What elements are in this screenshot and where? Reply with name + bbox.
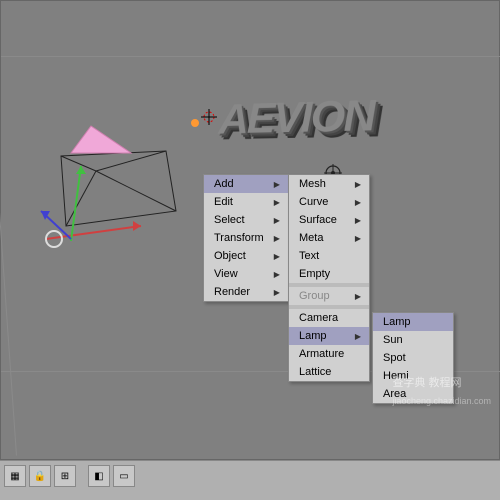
header-button-5[interactable]: ▭ <box>113 465 135 487</box>
menu-item-lamp[interactable]: Lamp <box>373 313 453 331</box>
watermark-sub: jiaocheng.chazidian.com <box>392 396 491 406</box>
chevron-right-icon: ▶ <box>355 332 361 341</box>
watermark-main: 查字典 教程网 <box>392 377 461 389</box>
grid-v <box>0 26 17 455</box>
menu-item-transform[interactable]: Transform▶ <box>204 229 288 247</box>
menu-item-mesh[interactable]: Mesh▶ <box>289 175 369 193</box>
menu-item-lamp[interactable]: Lamp▶ <box>289 327 369 345</box>
menu-item-spot[interactable]: Spot <box>373 349 453 367</box>
context-menu-add[interactable]: Mesh▶Curve▶Surface▶Meta▶TextEmpty Group▶ C… <box>288 174 370 382</box>
chevron-right-icon: ▶ <box>355 292 361 301</box>
menu-item-meta[interactable]: Meta▶ <box>289 229 369 247</box>
header-button-0[interactable]: ▦ <box>4 465 26 487</box>
menu-item-edit[interactable]: Edit▶ <box>204 193 288 211</box>
chevron-right-icon: ▶ <box>355 216 361 225</box>
menu-item-surface[interactable]: Surface▶ <box>289 211 369 229</box>
watermark: 查字典 教程网 jiaocheng.chazidian.com <box>392 373 491 409</box>
cursor-3d-icon <box>201 109 217 125</box>
chevron-right-icon: ▶ <box>355 180 361 189</box>
menu-item-armature[interactable]: Armature <box>289 345 369 363</box>
chevron-right-icon: ▶ <box>274 270 280 279</box>
camera-object[interactable] <box>36 111 206 251</box>
chevron-right-icon: ▶ <box>274 198 280 207</box>
chevron-right-icon: ▶ <box>355 198 361 207</box>
object-origin <box>191 119 199 127</box>
chevron-right-icon: ▶ <box>274 252 280 261</box>
header-button-2[interactable]: ⊞ <box>54 465 76 487</box>
chevron-right-icon: ▶ <box>274 216 280 225</box>
header-button-1[interactable]: 🔒 <box>29 465 51 487</box>
menu-item-add[interactable]: Add▶ <box>204 175 288 193</box>
menu-item-lattice[interactable]: Lattice <box>289 363 369 381</box>
viewport-3d[interactable]: AEVION Add▶Edit▶Select▶Transform▶Object▶… <box>0 0 500 460</box>
menu-item-curve[interactable]: Curve▶ <box>289 193 369 211</box>
menu-item-view[interactable]: View▶ <box>204 265 288 283</box>
menu-item-camera[interactable]: Camera <box>289 309 369 327</box>
context-menu-main[interactable]: Add▶Edit▶Select▶Transform▶Object▶View▶Re… <box>203 174 289 302</box>
header-button-4[interactable]: ◧ <box>88 465 110 487</box>
menu-item-select[interactable]: Select▶ <box>204 211 288 229</box>
chevron-right-icon: ▶ <box>274 180 280 189</box>
scene-text-3d[interactable]: AEVION <box>218 91 375 144</box>
menu-item-empty[interactable]: Empty <box>289 265 369 283</box>
menu-item-text[interactable]: Text <box>289 247 369 265</box>
grid-h <box>1 56 500 57</box>
menu-item-object[interactable]: Object▶ <box>204 247 288 265</box>
chevron-right-icon: ▶ <box>355 234 361 243</box>
header-bar[interactable]: ▦🔒⊞ ◧▭ <box>0 460 500 500</box>
menu-item-render[interactable]: Render▶ <box>204 283 288 301</box>
menu-item-sun[interactable]: Sun <box>373 331 453 349</box>
menu-item-group[interactable]: Group▶ <box>289 287 369 305</box>
chevron-right-icon: ▶ <box>274 288 280 297</box>
chevron-right-icon: ▶ <box>274 234 280 243</box>
